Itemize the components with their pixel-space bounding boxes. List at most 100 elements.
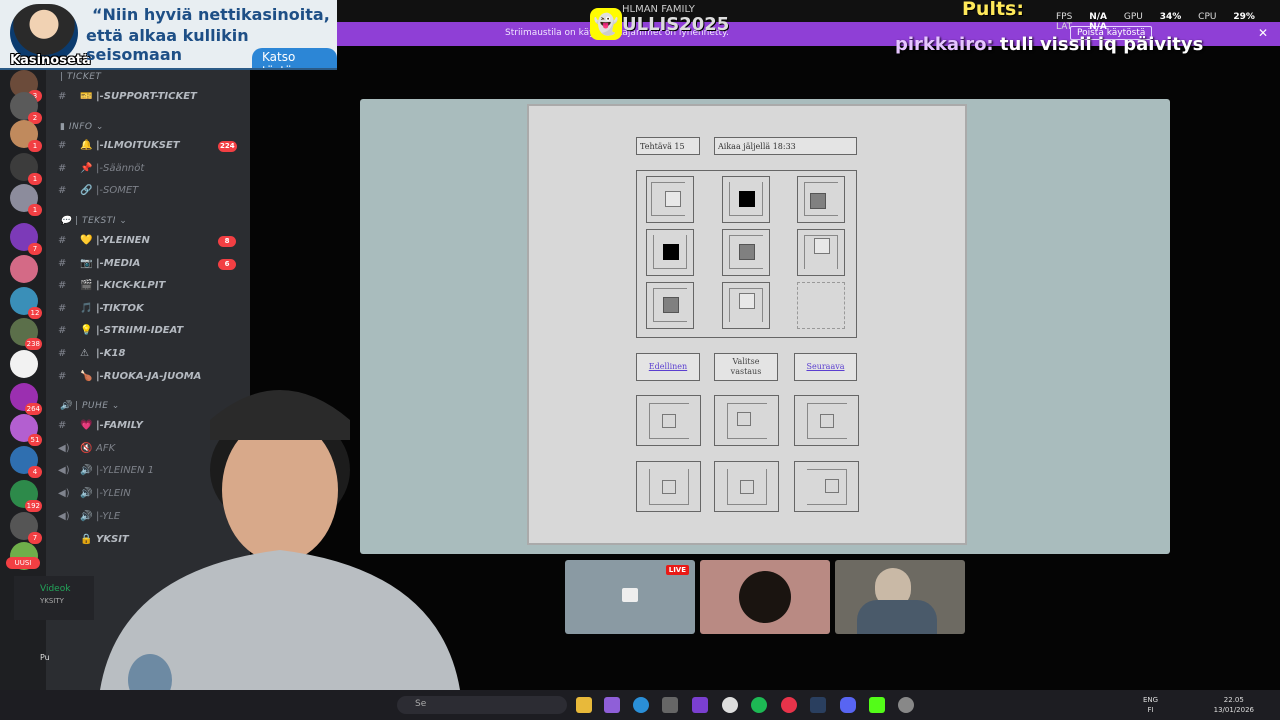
server-icon[interactable]: 1 <box>10 184 42 216</box>
choose-answer-label: Valitse vastaus <box>714 353 778 381</box>
channel-support-ticket[interactable]: # 🎫 |-SUPPORT-TICKET <box>58 91 197 102</box>
next-button[interactable]: Seuraava <box>794 353 857 381</box>
store-icon[interactable] <box>662 697 678 713</box>
channel-label: |-SOMET <box>96 185 139 196</box>
channel-label: |-ILMOITUKSET <box>96 140 180 151</box>
app-icon[interactable] <box>692 697 708 713</box>
channel-k18[interactable]: # ⚠ |-K18 <box>58 348 125 359</box>
prev-button[interactable]: Edellinen <box>636 353 700 381</box>
file-explorer-icon[interactable] <box>576 697 592 713</box>
answer-option-4[interactable] <box>636 461 701 512</box>
option-square <box>737 412 751 426</box>
channel-tiktok[interactable]: # 🎵 |-TIKTOK <box>58 303 144 314</box>
search-box[interactable]: Se <box>397 696 567 714</box>
performance-stats: FPS N/A GPU 34% CPU 29% LAT N/A <box>1056 12 1280 32</box>
hash-icon: # <box>58 91 67 102</box>
missing-cell <box>797 282 845 329</box>
channel-somet[interactable]: # 🔗 |-SOMET <box>58 185 138 196</box>
spotify-icon[interactable] <box>751 697 767 713</box>
language-indicator[interactable]: ENG FI <box>1143 695 1158 715</box>
server-badge: 1 <box>28 140 42 152</box>
server-icon[interactable]: 2 <box>10 92 42 124</box>
hash-icon: # <box>58 163 67 174</box>
ad-cta-button[interactable]: Katso tästä <box>252 48 337 68</box>
answer-option-6[interactable] <box>794 461 859 512</box>
server-icon[interactable]: 1 <box>10 153 42 185</box>
answer-option-2[interactable] <box>714 395 779 446</box>
hash-icon: # <box>58 185 67 196</box>
cap <box>210 390 350 440</box>
answer-option-5[interactable] <box>714 461 779 512</box>
cell-square <box>663 244 679 260</box>
server-icon[interactable]: 1 <box>10 120 42 152</box>
server-icon[interactable]: 12 <box>10 287 42 319</box>
server-icon[interactable] <box>10 255 38 283</box>
participant-tile-camera[interactable] <box>835 560 965 634</box>
server-badge: 238 <box>24 338 42 350</box>
option-square <box>825 479 839 493</box>
puzzle-cell <box>646 282 694 329</box>
server-icon[interactable]: 7 <box>10 223 42 255</box>
sponsor-ad[interactable]: Kasinosetä “Niin hyviä nettikasinoita, e… <box>0 0 337 70</box>
server-icon[interactable] <box>10 350 38 378</box>
unread-count: 224 <box>218 141 237 152</box>
channel-emoji: 🎬 <box>80 280 93 291</box>
clock[interactable]: 22.05 13/01/2026 <box>1214 695 1254 715</box>
server-icon[interactable]: 4 <box>10 446 42 478</box>
channel-yleinen[interactable]: # 💛 |-YLEINEN 8 <box>58 235 236 247</box>
steam-icon[interactable] <box>810 697 826 713</box>
participant-body <box>857 600 937 634</box>
opera-icon[interactable] <box>781 697 797 713</box>
server-badge: 7 <box>28 243 42 255</box>
channel-ilmoitukset[interactable]: # 🔔 |-ILMOITUKSET 224 <box>58 140 237 152</box>
answer-option-1[interactable] <box>636 395 701 446</box>
screen-icon <box>622 588 638 602</box>
channel-saannot[interactable]: # 📌 |-Säännöt <box>58 163 144 174</box>
snapchat-icon: 👻 <box>590 8 622 40</box>
hash-icon: # <box>58 140 67 151</box>
gpu-stat: GPU 34% <box>1123 12 1182 22</box>
fps-stat: FPS N/A <box>1056 12 1107 22</box>
search-placeholder: Se <box>415 699 427 709</box>
channel-label: |-YLEINEN <box>96 235 150 246</box>
kick-icon[interactable] <box>869 697 885 713</box>
channel-emoji: 💛 <box>80 235 93 246</box>
channel-kick-klpit[interactable]: # 🎬 |-KICK-KLPIT <box>58 280 165 291</box>
channel-label: |-Säännöt <box>96 163 145 174</box>
live-badge: LIVE <box>665 565 689 575</box>
hash-icon: # <box>58 325 67 336</box>
server-badge: 1 <box>28 204 42 216</box>
channel-emoji: 📷 <box>80 258 93 269</box>
server-icon[interactable]: 192 <box>10 480 42 512</box>
timer-label: Aikaa jäljellä 18:33 <box>714 137 857 155</box>
settings-icon[interactable] <box>898 697 914 713</box>
server-icon[interactable]: 7 <box>10 512 42 544</box>
category-ticket[interactable]: | TICKET <box>60 72 101 82</box>
participant-tile-stream[interactable]: LIVE <box>565 560 695 634</box>
participant-tile-avatar[interactable] <box>700 560 830 634</box>
category-teksti[interactable]: 💬 | TEKSTI ⌄ <box>60 216 127 226</box>
webcam-feed <box>100 390 460 690</box>
channel-label: |-SUPPORT-TICKET <box>96 91 197 102</box>
puzzle-cell <box>797 229 845 276</box>
discord-icon[interactable] <box>840 697 856 713</box>
option-square <box>662 414 676 428</box>
server-icon[interactable]: 264 <box>10 383 42 415</box>
chrome-icon[interactable] <box>722 697 738 713</box>
puzzle-cell <box>722 176 770 223</box>
copilot-icon[interactable] <box>604 697 620 713</box>
server-icon[interactable]: 238 <box>10 318 42 350</box>
sponsor-logo: Kasinosetä <box>10 53 91 68</box>
channel-media[interactable]: # 📷 |-MEDIA 6 <box>58 258 236 270</box>
channel-label: |-K18 <box>96 348 126 359</box>
server-icon[interactable]: 51 <box>10 414 42 446</box>
category-info[interactable]: ▮ INFO ⌄ <box>60 122 104 132</box>
puzzle-cell <box>646 176 694 223</box>
answer-option-3[interactable] <box>794 395 859 446</box>
edge-icon[interactable] <box>633 697 649 713</box>
stream-screen: 3 2 1 1 1 7 12 238 264 51 4 192 7 UUSI |… <box>0 0 1280 720</box>
option-square <box>662 480 676 494</box>
option-square <box>820 414 834 428</box>
channel-emoji: 🔗 <box>80 185 93 196</box>
channel-striimi-ideat[interactable]: # 💡 |-STRIIMI-IDEAT <box>58 325 183 336</box>
